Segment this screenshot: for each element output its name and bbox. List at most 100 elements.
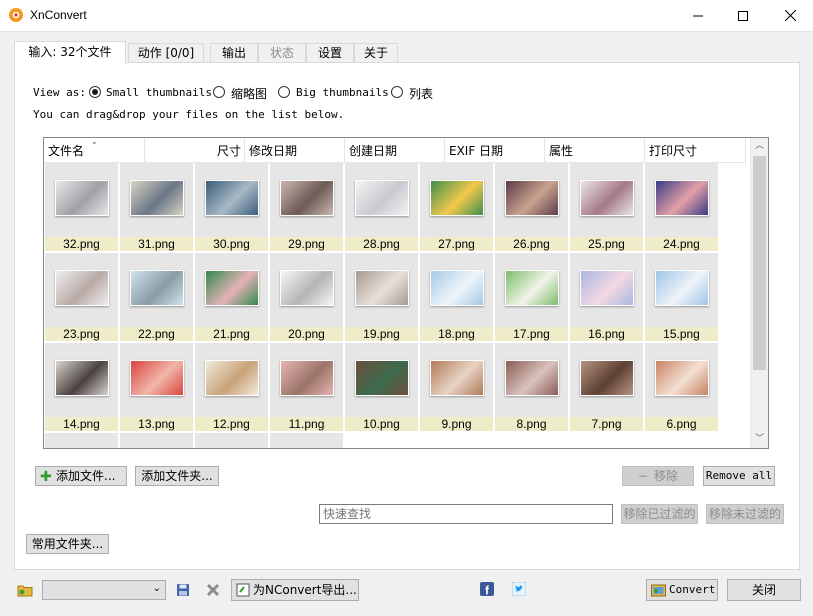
tab-input[interactable]: 输入: 32个文件	[14, 41, 126, 64]
file-thumbnail-item[interactable]: 23.png	[45, 253, 119, 342]
file-thumbnail-item[interactable]: 31.png	[120, 163, 194, 252]
file-name-label: 28.png	[345, 237, 418, 251]
file-name-label: 18.png	[420, 327, 493, 341]
file-thumbnail-item[interactable]: 20.png	[270, 253, 344, 342]
file-thumbnail-item[interactable]: 28.png	[345, 163, 419, 252]
file-thumbnail-item[interactable]: 11.png	[270, 343, 344, 432]
tab-settings[interactable]: 设置	[306, 43, 354, 63]
option-small-thumbnails-label: Small thumbnails	[106, 86, 212, 99]
xnconvert-logo-icon	[8, 7, 24, 23]
radio-list[interactable]	[391, 86, 403, 98]
maximize-button[interactable]	[720, 0, 766, 31]
image-thumbnail	[655, 360, 709, 396]
file-name-label: 17.png	[495, 327, 568, 341]
close-button[interactable]: 关闭	[727, 579, 801, 601]
image-thumbnail	[355, 360, 409, 396]
file-name-label: 19.png	[345, 327, 418, 341]
column-modified-date[interactable]: 修改日期	[245, 138, 345, 162]
image-thumbnail	[430, 270, 484, 306]
export-nconvert-button[interactable]: 为NConvert导出...	[231, 579, 359, 601]
image-thumbnail	[430, 180, 484, 216]
quick-search-input[interactable]	[319, 504, 613, 524]
file-thumbnail-item[interactable]: 7.png	[570, 343, 644, 432]
image-thumbnail	[55, 360, 109, 396]
scrollbar-thumb[interactable]	[753, 156, 766, 370]
file-thumbnail-item[interactable]: 30.png	[195, 163, 269, 252]
scroll-down-icon[interactable]: ﹀	[755, 435, 764, 444]
twitter-icon[interactable]	[511, 581, 528, 598]
file-thumbnail-item[interactable]: 14.png	[45, 343, 119, 432]
column-print-size[interactable]: 打印尺寸	[645, 138, 746, 162]
radio-thumbnails[interactable]	[213, 86, 225, 98]
file-thumbnail-item[interactable]: 24.png	[645, 163, 719, 252]
convert-button[interactable]: Convert	[646, 579, 718, 601]
column-created-date[interactable]: 创建日期	[345, 138, 445, 162]
file-thumbnail-item[interactable]: 19.png	[345, 253, 419, 342]
file-thumbnail-item[interactable]: 27.png	[420, 163, 494, 252]
convert-label: Convert	[669, 583, 716, 596]
file-thumbnail-item[interactable]: 32.png	[45, 163, 119, 252]
file-name-label: 26.png	[495, 237, 568, 251]
file-thumbnail-item[interactable]: 9.png	[420, 343, 494, 432]
column-exif-date[interactable]: EXIF 日期	[445, 138, 545, 162]
column-size[interactable]: 尺寸	[145, 138, 245, 162]
add-files-button[interactable]: ✚ 添加文件...	[35, 466, 127, 486]
file-thumbnail-item[interactable]: 17.png	[495, 253, 569, 342]
file-thumbnail-item[interactable]: 10.png	[345, 343, 419, 432]
file-thumbnail-item[interactable]: 22.png	[120, 253, 194, 342]
file-thumbnail-item[interactable]	[195, 433, 269, 448]
minimize-button[interactable]	[675, 0, 721, 31]
maximize-icon	[738, 10, 748, 21]
image-thumbnail	[355, 180, 409, 216]
file-thumbnail-item[interactable]: 26.png	[495, 163, 569, 252]
file-thumbnail-item[interactable]: 8.png	[495, 343, 569, 432]
tab-about[interactable]: 关于	[354, 43, 398, 63]
file-name-label: 22.png	[120, 327, 193, 341]
image-thumbnail	[580, 180, 634, 216]
tab-output[interactable]: 输出	[210, 43, 258, 63]
file-thumbnail-item[interactable]: 29.png	[270, 163, 344, 252]
file-name-label: 14.png	[45, 417, 118, 431]
add-files-label: 添加文件...	[56, 469, 116, 483]
radio-big-thumbnails[interactable]	[278, 86, 290, 98]
file-thumbnail-item[interactable]: 16.png	[570, 253, 644, 342]
sort-arrow-icon: ⌄	[91, 137, 98, 146]
image-thumbnail	[655, 270, 709, 306]
file-thumbnail-item[interactable]: 6.png	[645, 343, 719, 432]
file-name-label: 11.png	[270, 417, 343, 431]
file-thumbnail-item[interactable]: 12.png	[195, 343, 269, 432]
export-icon	[236, 583, 250, 597]
drag-drop-hint: You can drag&drop your files on the list…	[33, 108, 345, 121]
remove-all-button[interactable]: Remove all	[703, 466, 775, 486]
image-thumbnail	[430, 360, 484, 396]
file-name-label: 10.png	[345, 417, 418, 431]
preset-select[interactable]: ⌄	[42, 580, 166, 600]
image-thumbnail	[355, 270, 409, 306]
column-attributes[interactable]: 属性	[545, 138, 645, 162]
open-folder-icon[interactable]	[17, 582, 33, 598]
scroll-up-icon[interactable]: ︿	[755, 142, 764, 151]
remove-button: − 移除	[622, 466, 694, 486]
file-thumbnail-item[interactable]: 25.png	[570, 163, 644, 252]
tab-actions[interactable]: 动作 [0/0]	[128, 43, 204, 63]
file-list[interactable]: 文件名 ⌄ 尺寸 修改日期 创建日期 EXIF 日期 属性 打印尺寸 32.pn…	[43, 137, 769, 449]
file-thumbnail-item[interactable]: 15.png	[645, 253, 719, 342]
facebook-icon[interactable]: f	[480, 582, 496, 598]
file-thumbnail-item[interactable]: 18.png	[420, 253, 494, 342]
file-thumbnail-item[interactable]: 21.png	[195, 253, 269, 342]
common-folders-button[interactable]: 常用文件夹...	[26, 534, 109, 554]
file-name-label: 16.png	[570, 327, 643, 341]
delete-icon[interactable]	[205, 582, 221, 598]
image-thumbnail	[280, 180, 334, 216]
file-thumbnail-item[interactable]	[45, 433, 119, 448]
file-thumbnail-item[interactable]	[120, 433, 194, 448]
remove-unfiltered-button: 移除未过滤的	[706, 504, 784, 524]
vertical-scrollbar[interactable]: ︿ ﹀	[750, 138, 768, 448]
file-thumbnail-item[interactable]: 13.png	[120, 343, 194, 432]
radio-small-thumbnails[interactable]	[89, 86, 101, 98]
save-icon[interactable]	[175, 582, 191, 598]
file-thumbnail-item[interactable]	[270, 433, 344, 448]
close-window-button[interactable]	[767, 0, 813, 31]
add-folder-button[interactable]: 添加文件夹...	[135, 466, 219, 486]
window-title: XnConvert	[30, 8, 87, 22]
